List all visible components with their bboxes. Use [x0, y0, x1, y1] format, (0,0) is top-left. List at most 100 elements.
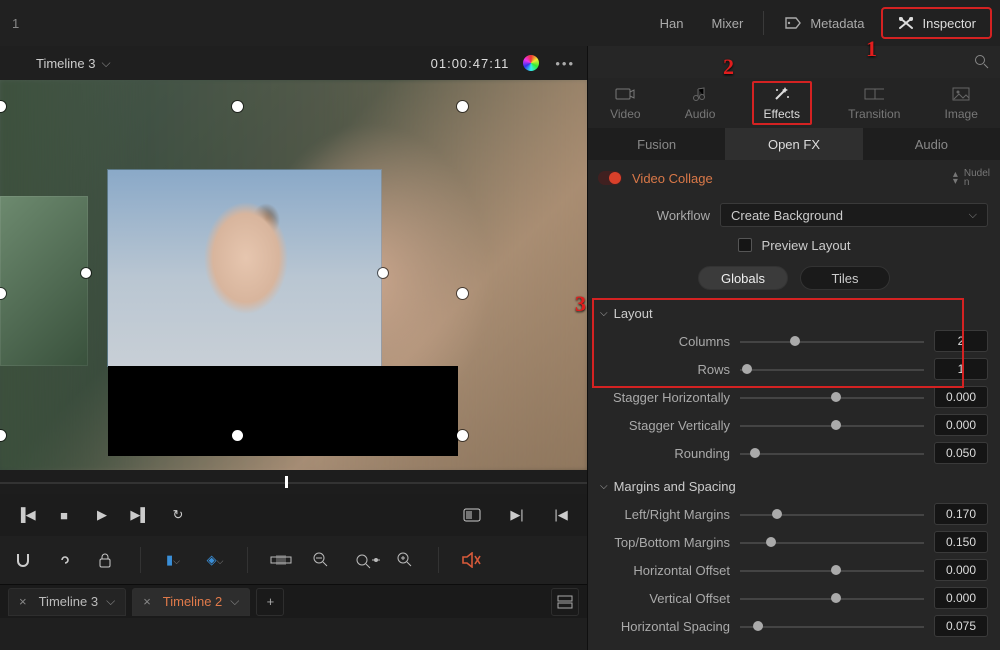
- subtab-audio[interactable]: Audio: [863, 128, 1000, 160]
- close-tab-icon[interactable]: ×: [19, 594, 27, 609]
- preview-viewport[interactable]: [0, 80, 587, 470]
- tag-icon: [784, 16, 802, 30]
- margins-section-header[interactable]: ⌵ Margins and Spacing: [600, 479, 988, 494]
- tb-margins-value[interactable]: 0.150: [934, 531, 988, 553]
- stop-button[interactable]: ■: [54, 508, 74, 523]
- marker-dropdown[interactable]: ◈⌵: [205, 552, 225, 568]
- metadata-button[interactable]: Metadata: [772, 4, 876, 42]
- tb-margins-slider[interactable]: [740, 532, 924, 552]
- loop-button[interactable]: ↻: [168, 507, 188, 523]
- video-icon: [615, 85, 635, 103]
- effect-header: Video Collage ▴▾ Nudel n: [588, 160, 1000, 196]
- transport-controls: ▐◀ ■ ▶ ▶▌ ↻ ▶| |◀: [0, 494, 587, 536]
- caret-down-icon: ⌵: [600, 308, 608, 319]
- rounding-value[interactable]: 0.050: [934, 442, 988, 464]
- viewer-column: Timeline 3 ⌵ 01:00:47:11 •••: [0, 46, 587, 650]
- timeline-tab-2[interactable]: × Timeline 2 ⌵: [132, 588, 250, 616]
- link-icon[interactable]: [56, 553, 76, 567]
- magnet-icon[interactable]: [14, 551, 34, 569]
- v-offset-slider[interactable]: [740, 588, 924, 608]
- collage-tile-right[interactable]: [108, 170, 381, 366]
- tab-label: Timeline 2: [163, 594, 222, 609]
- preview-layout-checkbox[interactable]: [738, 238, 752, 252]
- subtab-fusion[interactable]: Fusion: [588, 128, 725, 160]
- mixer-button[interactable]: Mixer: [700, 4, 756, 42]
- tools-cross-icon: [897, 15, 915, 31]
- transition-icon: [864, 85, 884, 103]
- param-stagger-v: Stagger Vertically 0.000: [600, 411, 988, 439]
- preview-layout-label: Preview Layout: [762, 238, 851, 253]
- timeline-tab-3[interactable]: × Timeline 3 ⌵: [8, 588, 126, 616]
- timecode-display[interactable]: 01:00:47:11: [431, 56, 510, 71]
- workflow-select[interactable]: Create Background ⌵: [720, 203, 988, 227]
- v-offset-value[interactable]: 0.000: [934, 587, 988, 609]
- rounding-slider[interactable]: [740, 443, 924, 463]
- lr-margins-slider[interactable]: [740, 504, 924, 524]
- music-note-icon: [690, 85, 710, 103]
- add-timeline-tab[interactable]: +: [256, 588, 284, 616]
- flag-dropdown[interactable]: ▮⌵: [163, 552, 183, 568]
- metadata-label: Metadata: [810, 16, 864, 31]
- param-h-spacing: Horizontal Spacing 0.075: [600, 612, 988, 640]
- inspector-category-tabs: Video Audio Effects Transition Image: [588, 78, 1000, 128]
- lock-icon[interactable]: [98, 552, 118, 568]
- stacked-timelines-button[interactable]: [551, 588, 579, 616]
- layout-section-header[interactable]: ⌵ Layout: [600, 306, 988, 321]
- top-menu-bar: 1 Han Mixer Metadata Inspector: [0, 0, 1000, 46]
- chevron-down-icon[interactable]: ⌵: [106, 594, 115, 609]
- stagger-v-value[interactable]: 0.000: [934, 414, 988, 436]
- mute-icon[interactable]: [461, 552, 481, 568]
- param-stagger-h: Stagger Horizontally 0.000: [600, 383, 988, 411]
- pill-globals[interactable]: Globals: [698, 266, 788, 290]
- h-spacing-value[interactable]: 0.075: [934, 615, 988, 637]
- jump-prev-button[interactable]: |◀: [551, 507, 571, 523]
- stagger-h-slider[interactable]: [740, 387, 924, 407]
- rows-slider[interactable]: [740, 359, 924, 379]
- zoom-slider-icon[interactable]: [354, 551, 374, 569]
- effect-enable-toggle[interactable]: [598, 171, 622, 185]
- close-tab-icon[interactable]: ×: [143, 594, 151, 609]
- tab-image[interactable]: Image: [937, 81, 986, 125]
- columns-value[interactable]: 2: [934, 330, 988, 352]
- tab-effects[interactable]: Effects: [752, 81, 812, 125]
- chevron-down-icon: ⌵: [969, 209, 977, 222]
- inspector-panel: Video Audio Effects Transition Image 2 F…: [587, 46, 1000, 650]
- search-icon[interactable]: [974, 54, 990, 70]
- timeline-name-dropdown[interactable]: Timeline 3 ⌵: [36, 56, 111, 71]
- jump-next-button[interactable]: ▶|: [507, 507, 527, 523]
- match-frame-button[interactable]: [463, 508, 483, 522]
- top-left-indicator: 1: [8, 16, 19, 31]
- effect-title[interactable]: Video Collage: [632, 171, 713, 186]
- zoom-in-icon[interactable]: [396, 551, 416, 569]
- caret-down-icon: ⌵: [600, 481, 608, 492]
- edit-toolbar: ▮⌵ ◈⌵: [0, 536, 587, 584]
- color-wheel-icon[interactable]: [523, 55, 539, 71]
- stagger-v-slider[interactable]: [740, 415, 924, 435]
- columns-slider[interactable]: [740, 331, 924, 351]
- next-clip-button[interactable]: ▶▌: [130, 507, 150, 523]
- tab-audio[interactable]: Audio: [677, 81, 724, 125]
- zoom-out-icon[interactable]: [312, 551, 332, 569]
- stagger-h-value[interactable]: 0.000: [934, 386, 988, 408]
- prev-clip-button[interactable]: ▐◀: [16, 507, 36, 523]
- range-icon[interactable]: [270, 553, 290, 567]
- tab-video[interactable]: Video: [602, 81, 648, 125]
- collage-tile-left[interactable]: [0, 196, 88, 366]
- subtab-openfx[interactable]: Open FX: [725, 128, 862, 160]
- lr-margins-value[interactable]: 0.170: [934, 503, 988, 525]
- h-spacing-slider[interactable]: [740, 616, 924, 636]
- h-offset-slider[interactable]: [740, 560, 924, 580]
- viewer-scrubber[interactable]: [0, 470, 587, 494]
- rows-value[interactable]: 1: [934, 358, 988, 380]
- tab-label: Timeline 3: [39, 594, 98, 609]
- h-offset-value[interactable]: 0.000: [934, 559, 988, 581]
- more-options-button[interactable]: •••: [555, 56, 575, 71]
- effects-subtabs: Fusion Open FX Audio: [588, 128, 1000, 160]
- play-button[interactable]: ▶: [92, 507, 112, 523]
- chevron-down-icon[interactable]: ⌵: [230, 594, 239, 609]
- reorder-arrows-icon[interactable]: ▴▾: [953, 171, 958, 185]
- tab-transition[interactable]: Transition: [840, 81, 908, 125]
- inspector-button[interactable]: Inspector: [881, 7, 992, 39]
- chevron-down-icon: ⌵: [101, 56, 110, 71]
- pill-tiles[interactable]: Tiles: [800, 266, 890, 290]
